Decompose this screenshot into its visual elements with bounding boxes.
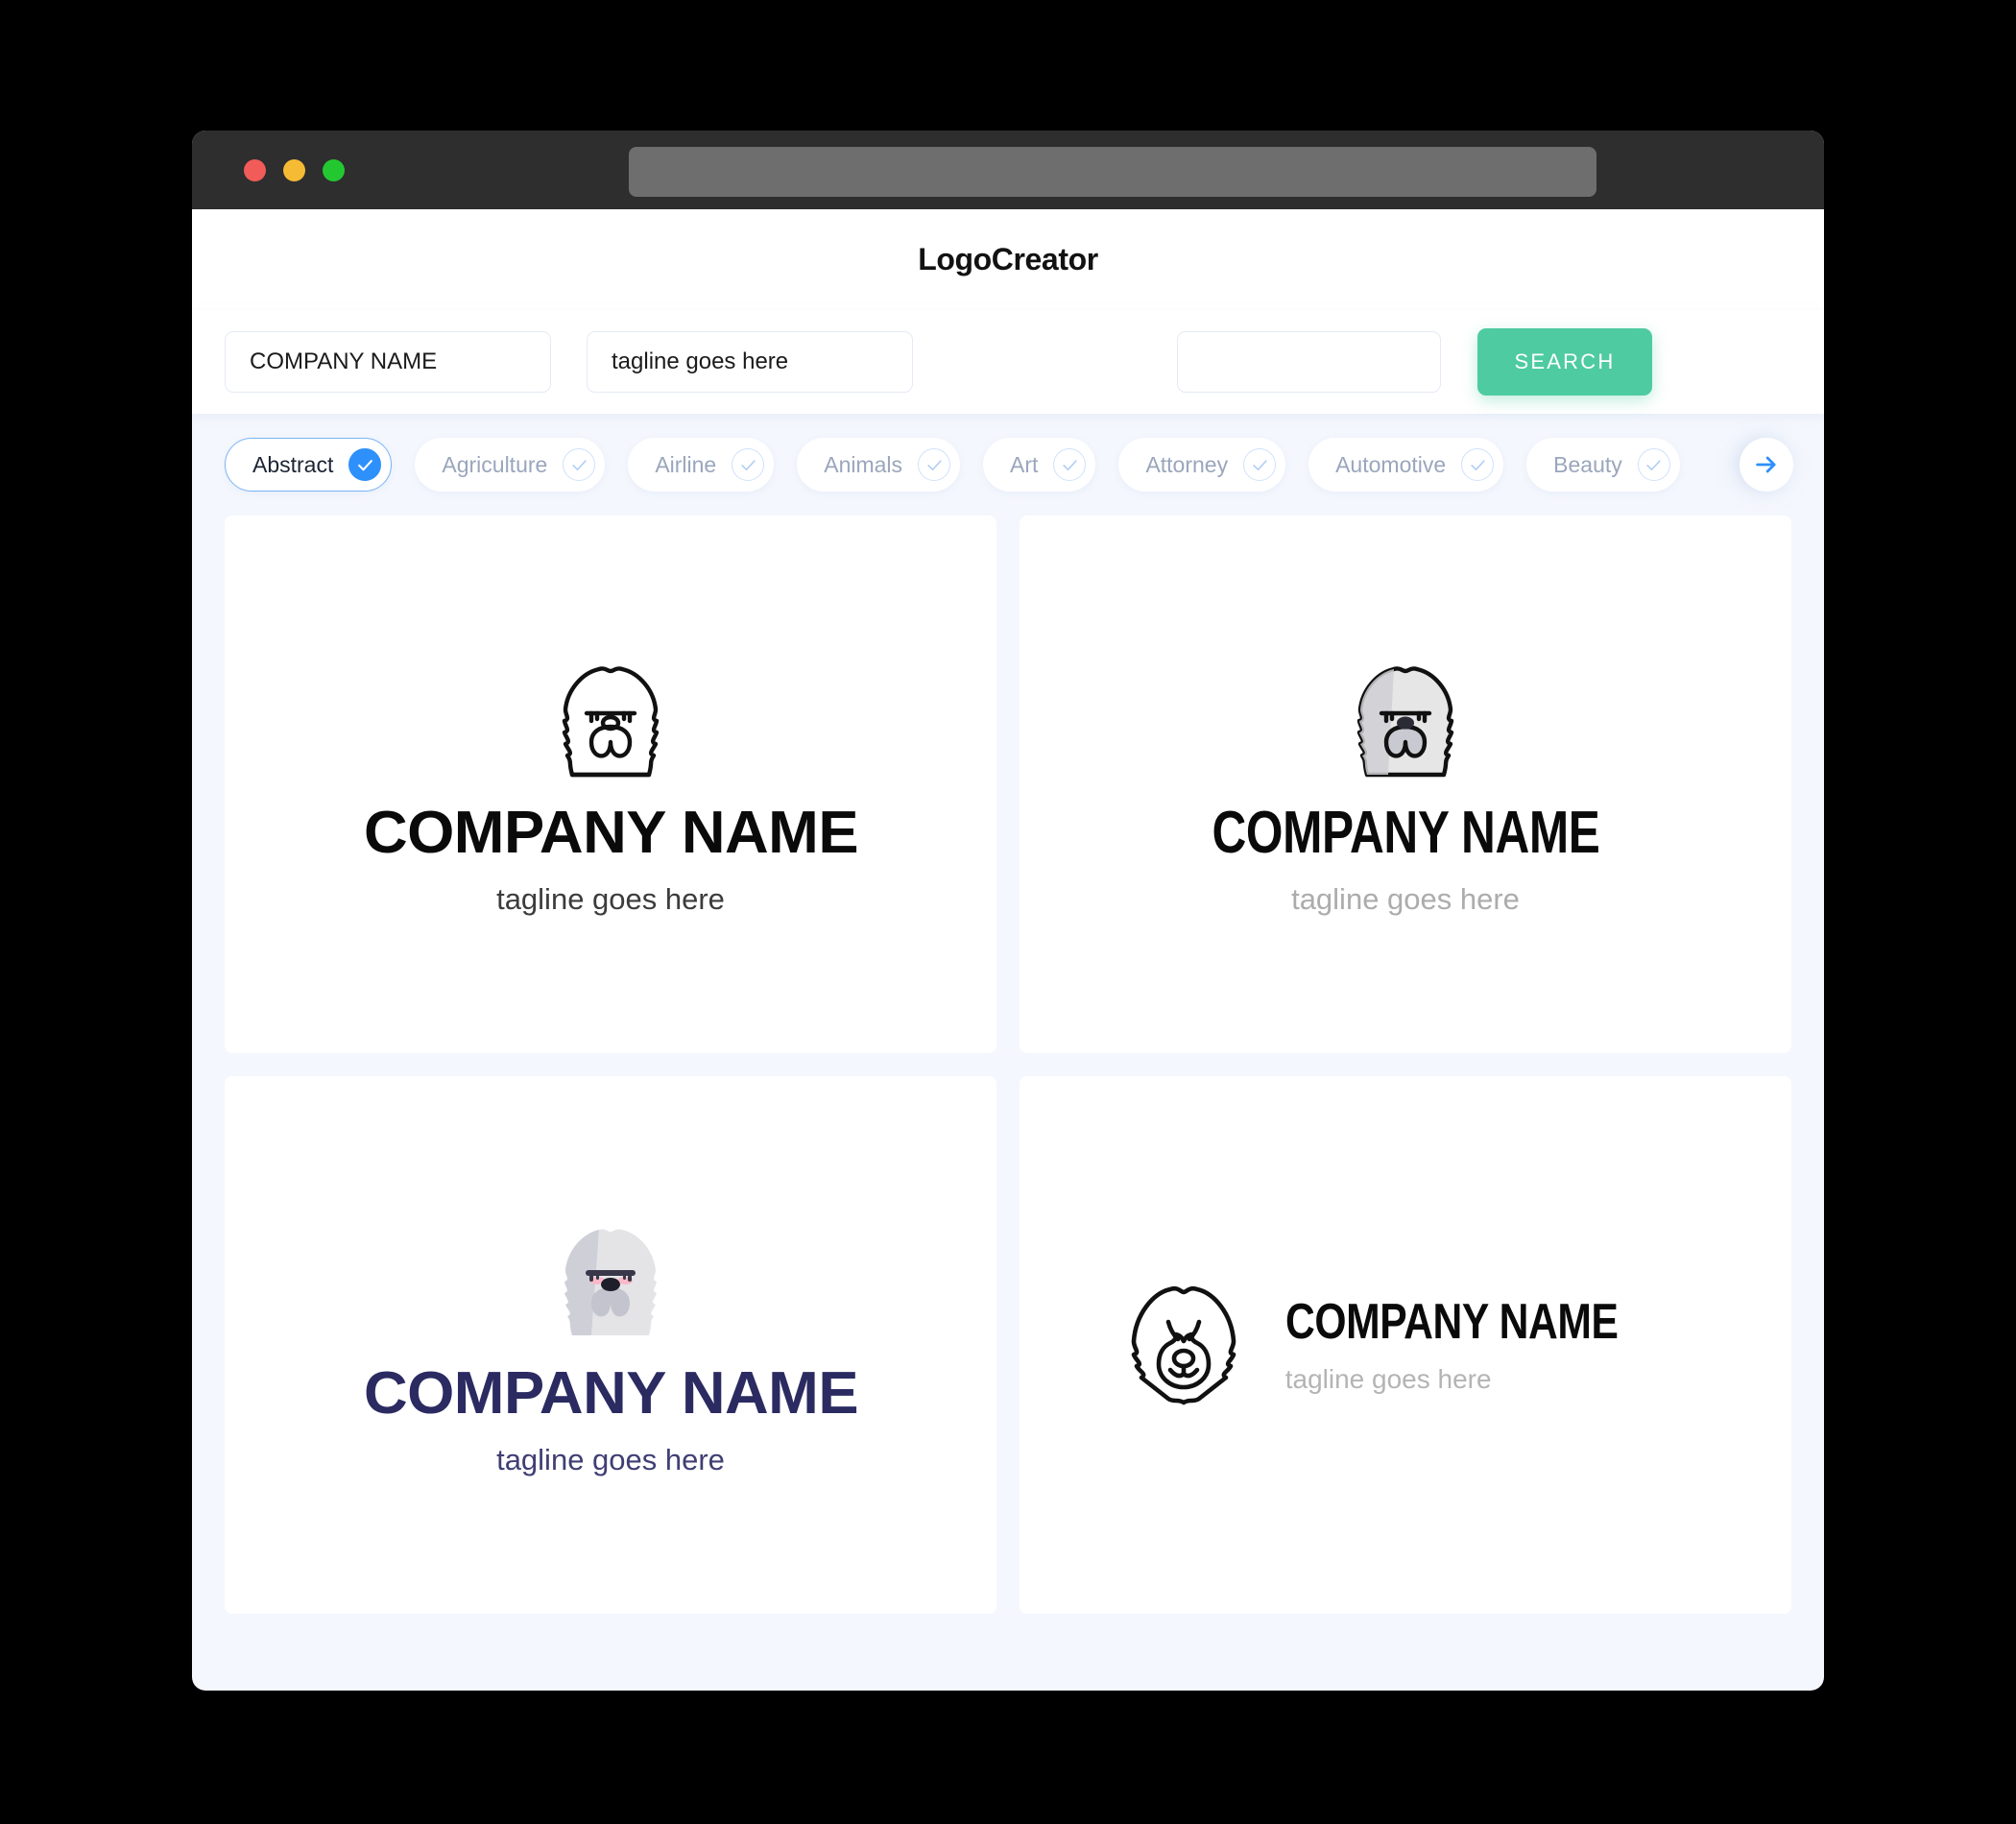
logo-card[interactable]: COMPANY NAME tagline goes here — [225, 1076, 996, 1614]
check-icon — [1461, 448, 1495, 481]
page-title: LogoCreator — [918, 242, 1098, 276]
category-pill-label: Beauty — [1553, 451, 1622, 477]
check-icon — [348, 448, 382, 481]
traffic-lights — [244, 158, 345, 181]
category-pill-label: Animals — [824, 451, 903, 477]
category-pill-abstract[interactable]: Abstract — [225, 438, 393, 492]
logo-results-grid: COMPANY NAME tagline goes here COMPANY N… — [192, 516, 1824, 1646]
category-pill-animals[interactable]: Animals — [797, 438, 961, 492]
logo-card[interactable]: COMPANY NAME tagline goes here — [1020, 516, 1791, 1053]
check-icon — [563, 448, 596, 481]
category-pill-beauty[interactable]: Beauty — [1526, 438, 1680, 492]
category-pill-attorney[interactable]: Attorney — [1118, 438, 1286, 492]
url-bar[interactable] — [629, 147, 1596, 197]
logo-preview: COMPANY NAME tagline goes here — [1120, 1278, 1692, 1412]
category-pill-automotive[interactable]: Automotive — [1308, 438, 1504, 492]
category-pill-art[interactable]: Art — [983, 438, 1096, 492]
sheepdog-flat-icon — [564, 1228, 657, 1335]
logo-company-name: COMPANY NAME — [363, 1359, 858, 1427]
company-name-input[interactable] — [225, 331, 551, 393]
sheepdog-face-outline-icon — [1131, 1285, 1236, 1405]
logo-preview: COMPANY NAME tagline goes here — [363, 656, 858, 916]
logo-tagline: tagline goes here — [1284, 1364, 1492, 1394]
logo-company-name: COMPANY NAME — [1212, 799, 1599, 866]
category-pill-label: Automotive — [1335, 451, 1447, 477]
category-pill-label: Art — [1010, 451, 1039, 477]
sheepdog-outline-icon — [562, 665, 660, 777]
minimize-window-button[interactable] — [283, 158, 305, 181]
search-button[interactable]: SEARCH — [1477, 328, 1652, 396]
logo-tagline: tagline goes here — [496, 881, 725, 916]
close-window-button[interactable] — [244, 158, 266, 181]
logo-tagline: tagline goes here — [496, 1442, 725, 1476]
logo-card[interactable]: COMPANY NAME tagline goes here — [225, 516, 996, 1053]
category-pill-label: Agriculture — [442, 451, 548, 477]
category-pill-label: Abstract — [252, 451, 334, 477]
check-icon — [1053, 448, 1087, 481]
logo-preview: COMPANY NAME tagline goes here — [363, 1216, 858, 1476]
category-pill-airline[interactable]: Airline — [628, 438, 775, 492]
logo-company-name: COMPANY NAME — [1284, 1294, 1619, 1350]
browser-window: LogoCreator SEARCH Abstract Agriculture … — [192, 131, 1824, 1691]
check-icon — [918, 448, 951, 481]
check-icon — [732, 448, 765, 481]
sheepdog-grey-filled-icon — [1356, 665, 1454, 777]
logo-card[interactable]: COMPANY NAME tagline goes here — [1020, 1076, 1791, 1614]
category-pill-label: Attorney — [1145, 451, 1229, 477]
category-filter-bar: Abstract Agriculture Airline Animals Art — [192, 414, 1824, 516]
app-header: LogoCreator — [192, 209, 1824, 310]
search-toolbar: SEARCH — [192, 310, 1824, 414]
logo-company-name: COMPANY NAME — [363, 799, 858, 866]
check-icon — [1637, 448, 1670, 481]
category-pill-label: Airline — [655, 451, 717, 477]
maximize-window-button[interactable] — [323, 158, 345, 181]
logo-preview: COMPANY NAME tagline goes here — [1164, 656, 1648, 914]
category-pill-agriculture[interactable]: Agriculture — [415, 438, 606, 492]
tagline-input[interactable] — [587, 331, 913, 393]
categories-next-button[interactable] — [1740, 438, 1793, 492]
logo-tagline: tagline goes here — [1291, 881, 1520, 916]
check-icon — [1243, 448, 1277, 481]
arrow-right-icon — [1756, 456, 1776, 473]
keyword-input[interactable] — [1177, 331, 1441, 393]
browser-titlebar — [192, 131, 1824, 209]
